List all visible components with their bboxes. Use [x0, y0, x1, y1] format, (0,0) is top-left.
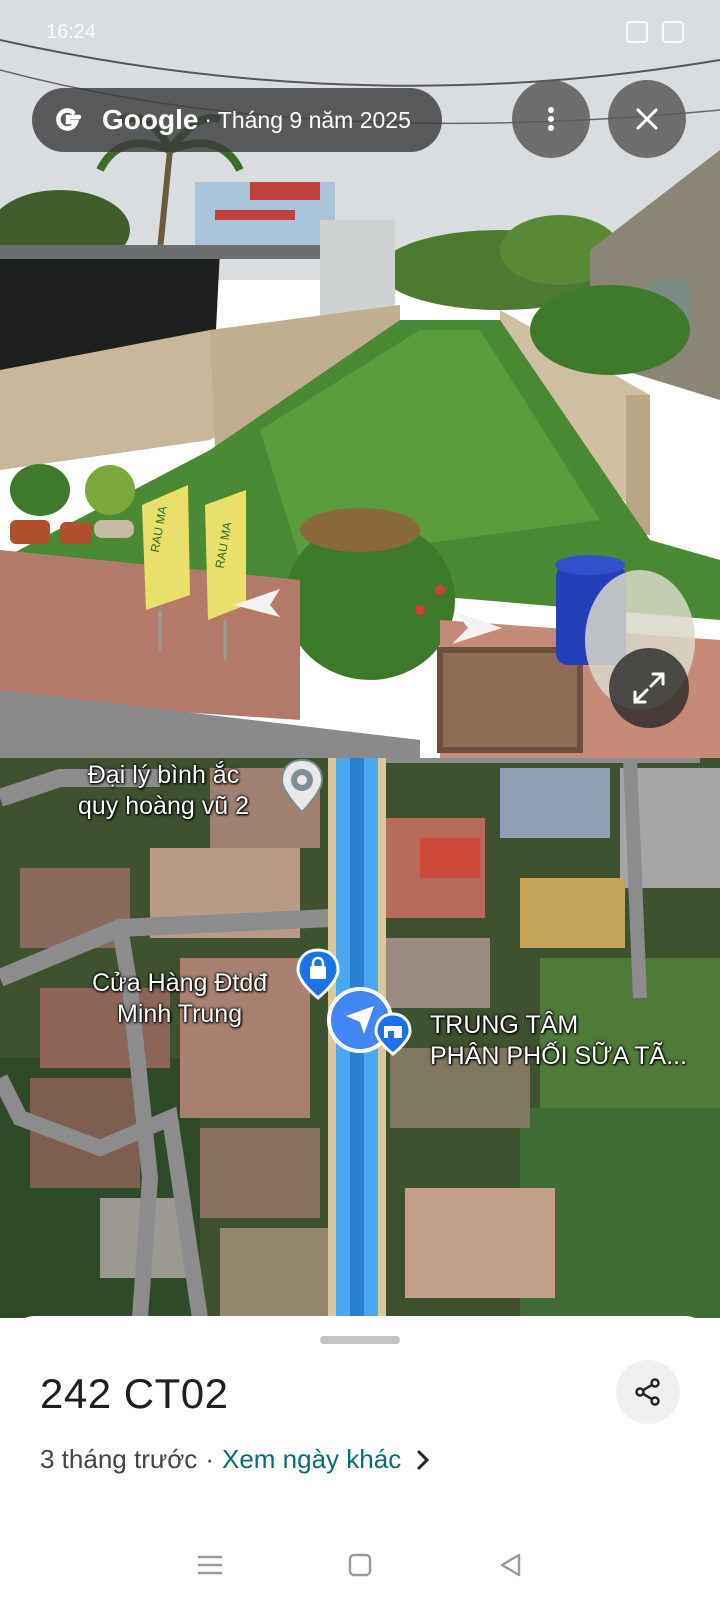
- status-icons: [626, 21, 684, 43]
- street-nav-left-arrow[interactable]: [230, 585, 290, 621]
- notification-icon: [626, 21, 648, 43]
- place-title: 242 CT02: [40, 1370, 229, 1417]
- google-g-icon: [48, 100, 88, 140]
- map-label-line: TRUNG TÂM: [430, 1011, 579, 1039]
- expand-button[interactable]: [609, 648, 689, 728]
- close-button[interactable]: [608, 80, 686, 158]
- map-label-line: Đại lý bình ắc: [87, 761, 240, 789]
- map-label-distribution-center[interactable]: TRUNG TÂM PHÂN PHỐI SỮA TÃ...: [430, 1010, 687, 1072]
- capture-date: Tháng 9 năm 2025: [217, 106, 411, 133]
- place-pin-icon[interactable]: [278, 758, 326, 818]
- back-icon[interactable]: [495, 1550, 525, 1580]
- map-label-phone-shop[interactable]: Cửa Hàng Đtdđ Minh Trung: [92, 968, 267, 1030]
- street-nav-right-arrow[interactable]: [446, 608, 506, 648]
- more-options-button[interactable]: [512, 80, 590, 158]
- close-icon: [636, 108, 658, 130]
- map-label-line: quy hoàng vũ 2: [78, 792, 249, 820]
- share-button[interactable]: [616, 1360, 680, 1424]
- street-view-image[interactable]: RAU MA RAU MA 16:24 Google · Tháng 9 năm…: [0, 0, 720, 758]
- store-pin-icon[interactable]: [372, 1012, 414, 1058]
- share-icon: [635, 1378, 660, 1406]
- map-label-line: Minh Trung: [117, 1000, 243, 1028]
- imagery-age: 3 tháng trước: [40, 1444, 198, 1474]
- google-brand: Google: [102, 104, 199, 135]
- pill-separator: ·: [204, 107, 212, 132]
- more-vert-icon: [548, 107, 554, 131]
- sheet-drag-handle[interactable]: [320, 1336, 400, 1344]
- status-time: 16:24: [46, 20, 97, 43]
- satellite-map[interactable]: Đại lý bình ắc quy hoàng vũ 2 Cửa Hàng Đ…: [0, 758, 720, 1318]
- recents-menu-icon[interactable]: [195, 1551, 225, 1579]
- chevron-right-icon[interactable]: [415, 1449, 431, 1471]
- home-icon[interactable]: [345, 1550, 375, 1580]
- system-nav-bar: [0, 1540, 720, 1590]
- expand-icon: [633, 672, 665, 704]
- status-bar: 16:24: [0, 0, 720, 64]
- map-label-line: PHÂN PHỐI SỮA TÃ...: [430, 1042, 688, 1070]
- meta-separator: ·: [205, 1444, 214, 1474]
- see-other-dates-link[interactable]: Xem ngày khác: [222, 1444, 401, 1475]
- map-label-battery-shop[interactable]: Đại lý bình ắc quy hoàng vũ 2: [78, 760, 249, 822]
- imagery-meta-row: 3 tháng trước · Xem ngày khác: [40, 1444, 431, 1475]
- map-label-line: Cửa Hàng Đtdđ: [92, 969, 268, 997]
- battery-icon: [662, 21, 684, 43]
- imagery-date-pill[interactable]: Google · Tháng 9 năm 2025: [32, 88, 442, 152]
